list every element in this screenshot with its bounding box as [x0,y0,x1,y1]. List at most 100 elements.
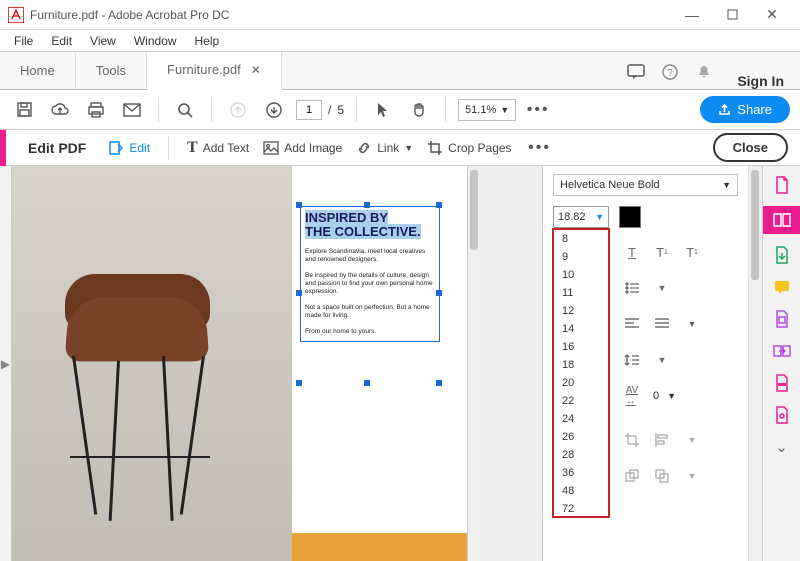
left-panel-toggle[interactable]: ▶ [0,166,12,561]
font-size-dropdown[interactable]: 8 9 10 11 12 14 16 18 20 22 24 26 28 36 … [552,228,610,518]
superscript-icon[interactable]: T1 [649,240,675,264]
search-icon[interactable] [171,96,199,124]
underline-icon[interactable]: T [619,240,645,264]
tab-document[interactable]: Furniture.pdf ✕ [147,52,282,90]
prev-page-icon[interactable] [224,96,252,124]
tab-tools[interactable]: Tools [76,51,147,89]
add-image-button[interactable]: Add Image [263,141,342,155]
align-obj-options-icon[interactable]: ▼ [679,428,705,452]
scrollbar-thumb[interactable] [751,170,759,280]
document-area[interactable]: INSPIRED BY THE COLLECTIVE. Explore Scan… [12,166,542,561]
headline[interactable]: INSPIRED BY THE COLLECTIVE. [305,211,435,240]
link-label: Link [377,141,399,155]
font-size-input[interactable]: 18.82 ▼ [553,206,609,228]
next-page-icon[interactable] [260,96,288,124]
align-options-icon[interactable]: ▼ [679,312,705,336]
tab-close-icon[interactable]: ✕ [251,63,261,77]
menu-view[interactable]: View [82,32,124,50]
size-option[interactable]: 48 [554,482,608,500]
panel-scrollbar[interactable] [748,166,762,561]
maximize-button[interactable] [712,1,752,29]
size-option[interactable]: 8 [554,230,608,248]
size-option[interactable]: 14 [554,320,608,338]
hand-tool-icon[interactable] [405,96,433,124]
list-options-icon[interactable]: ▼ [649,276,675,300]
line-spacing-icon[interactable] [619,348,645,372]
comment-tool-icon[interactable] [771,276,793,298]
size-option[interactable]: 72 [554,500,608,518]
size-option[interactable]: 36 [554,464,608,482]
organize-icon[interactable] [771,308,793,330]
print-icon[interactable] [82,96,110,124]
bullet-list-icon[interactable] [619,276,645,300]
add-text-button[interactable]: T Add Text [187,139,249,157]
menu-file[interactable]: File [6,32,41,50]
minimize-button[interactable]: — [672,1,712,29]
signin-button[interactable]: Sign In [721,73,800,89]
select-tool-icon[interactable] [369,96,397,124]
headline-line1: INSPIRED BY [305,210,388,225]
zoom-select[interactable]: 51.1%▼ [458,99,516,121]
tab-document-label: Furniture.pdf [167,62,241,77]
page-image [12,166,292,561]
menu-window[interactable]: Window [126,32,185,50]
selection-handle[interactable] [364,380,370,386]
link-button[interactable]: Link ▼ [356,140,413,156]
protect-icon[interactable] [771,404,793,426]
size-option[interactable]: 11 [554,284,608,302]
kerning-icon[interactable]: AV↔ [619,384,645,408]
menu-edit[interactable]: Edit [43,32,80,50]
crop-object-icon[interactable] [619,428,645,452]
scrollbar-thumb[interactable] [470,170,478,250]
align-left-icon[interactable] [619,312,645,336]
size-option[interactable]: 24 [554,410,608,428]
size-option[interactable]: 28 [554,446,608,464]
save-icon[interactable] [10,96,38,124]
dup-options-icon[interactable]: ▼ [679,464,705,488]
mail-icon[interactable] [118,96,146,124]
size-option[interactable]: 10 [554,266,608,284]
font-select[interactable]: Helvetica Neue Bold ▼ [553,174,738,196]
arrange-icon[interactable] [619,464,645,488]
spacing-options-icon[interactable]: ▼ [649,348,675,372]
subscript-icon[interactable]: T1 [679,240,705,264]
selection-handle[interactable] [436,380,442,386]
size-option[interactable]: 12 [554,302,608,320]
duplicate-icon[interactable] [649,464,675,488]
close-button[interactable]: Close [713,133,788,162]
size-option[interactable]: 20 [554,374,608,392]
align-objects-icon[interactable] [649,428,675,452]
menu-help[interactable]: Help [187,32,228,50]
size-option[interactable]: 26 [554,428,608,446]
align-justify-icon[interactable] [649,312,675,336]
combine-icon[interactable] [771,340,793,362]
share-button[interactable]: Share [700,96,790,123]
tab-home[interactable]: Home [0,51,76,89]
crop-button[interactable]: Crop Pages [427,140,511,156]
create-pdf-icon[interactable] [771,174,793,196]
comment-icon[interactable] [619,55,653,89]
close-window-button[interactable]: ✕ [752,1,792,29]
edit-pdf-icon[interactable] [763,206,800,234]
document-scrollbar[interactable] [467,166,481,561]
chevron-down-icon[interactable]: ▼ [667,391,676,401]
size-option[interactable]: 16 [554,338,608,356]
page-input[interactable] [296,100,322,120]
bell-icon[interactable] [687,55,721,89]
more-tools-icon[interactable]: ••• [524,96,552,124]
size-option[interactable]: 18 [554,356,608,374]
cloud-icon[interactable] [46,96,74,124]
expand-icon[interactable]: ⌄ [771,436,793,458]
edit-button[interactable]: Edit [108,140,150,156]
export-pdf-icon[interactable] [771,244,793,266]
color-swatch[interactable] [619,206,641,228]
redact-icon[interactable] [771,372,793,394]
selection-handle[interactable] [296,380,302,386]
help-icon[interactable]: ? [653,55,687,89]
more-edit-icon[interactable]: ••• [526,134,554,162]
tab-tools-label: Tools [96,63,126,78]
size-option[interactable]: 9 [554,248,608,266]
text-selection-box[interactable]: INSPIRED BY THE COLLECTIVE. Explore Scan… [300,206,440,342]
edit-icon [108,140,124,156]
size-option[interactable]: 22 [554,392,608,410]
